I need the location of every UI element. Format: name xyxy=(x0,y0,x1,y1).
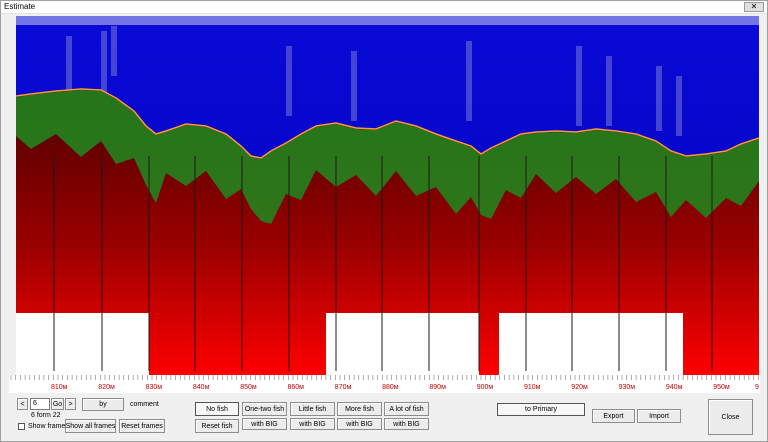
ruler-label: 880м xyxy=(382,384,399,391)
fish-echo-streak xyxy=(101,31,107,96)
little-fish-button[interactable]: Little fish xyxy=(290,402,335,416)
echogram-canvas xyxy=(16,16,759,375)
ruler-label: 940м xyxy=(666,384,683,391)
ruler-label: 910м xyxy=(524,384,541,391)
fish-echo-streak xyxy=(286,46,292,116)
import-button[interactable]: Import xyxy=(637,409,681,423)
no-data-gaps xyxy=(16,313,683,375)
reset-frames-button[interactable]: Reset frames xyxy=(119,419,165,433)
fish-echo-streak xyxy=(66,36,72,96)
window-title: Estimate xyxy=(4,2,36,11)
estimate-window: Estimate ✕ 810м 820м 830м 840м 850м 860м… xyxy=(0,0,768,442)
show-frame-label: Show frame xyxy=(28,423,66,430)
a-lot-of-fish-button[interactable]: A lot of fish xyxy=(384,402,429,416)
export-button[interactable]: Export xyxy=(592,409,635,423)
ruler-label: 820м xyxy=(98,384,115,391)
title-bar: Estimate ✕ xyxy=(1,1,767,14)
one-two-fish-big-button[interactable]: with BIG xyxy=(242,418,287,430)
ruler-label: 830м xyxy=(146,384,163,391)
show-frame-checkbox[interactable] xyxy=(18,423,25,430)
prev-frame-button[interactable]: < xyxy=(17,398,28,410)
fish-echo-streak xyxy=(111,26,117,76)
gap-region xyxy=(16,313,149,375)
fish-echo-streak xyxy=(576,46,582,126)
little-fish-big-button[interactable]: with BIG xyxy=(290,418,335,430)
a-lot-of-fish-big-button[interactable]: with BIG xyxy=(384,418,429,430)
window-close-button[interactable]: ✕ xyxy=(744,2,764,12)
to-primary-button[interactable]: to Primary xyxy=(497,403,585,416)
go-button[interactable]: Go xyxy=(51,398,64,410)
fish-echo-streak xyxy=(656,66,662,131)
ruler-label: 810м xyxy=(51,384,68,391)
gap-region xyxy=(499,313,683,375)
ruler-label: 890м xyxy=(429,384,446,391)
echogram-view[interactable] xyxy=(16,16,759,375)
surface-band xyxy=(16,16,759,25)
ruler-label: 9 xyxy=(755,384,759,391)
close-button[interactable]: Close xyxy=(708,399,753,435)
no-fish-button[interactable]: No fish xyxy=(195,402,239,416)
fish-echo-streak xyxy=(606,56,612,126)
gap-region xyxy=(326,313,479,375)
frame-count-text: 6 form 22 xyxy=(31,412,61,419)
next-frame-button[interactable]: > xyxy=(65,398,76,410)
more-fish-button[interactable]: More fish xyxy=(337,402,382,416)
show-all-frames-button[interactable]: Show all frames xyxy=(65,419,116,433)
fish-echo-streak xyxy=(676,76,682,136)
ruler-label: 840м xyxy=(193,384,210,391)
fish-echo-streak xyxy=(351,51,357,121)
ruler-label: 850м xyxy=(240,384,257,391)
more-fish-big-button[interactable]: with BIG xyxy=(337,418,382,430)
ruler-label: 950м xyxy=(713,384,730,391)
comment-label: comment xyxy=(130,401,159,408)
ruler-scale: 810м 820м 830м 840м 850м 860м 870м 880м 890м 900м… xyxy=(10,375,759,391)
one-two-fish-button[interactable]: One-two fish xyxy=(242,402,287,416)
ruler-label: 870м xyxy=(335,384,352,391)
ruler-label: 920м xyxy=(571,384,588,391)
ruler-label: 860м xyxy=(288,384,305,391)
reset-fish-button[interactable]: Reset fish xyxy=(195,419,239,433)
frame-number-input[interactable]: 6 xyxy=(30,398,50,410)
by-button[interactable]: by xyxy=(82,398,124,411)
fish-echo-streak xyxy=(466,41,472,121)
ruler-label: 930м xyxy=(619,384,636,391)
ruler-label: 900м xyxy=(477,384,494,391)
distance-ruler: 810м 820м 830м 840м 850м 860м 870м 880м 890м 900м… xyxy=(9,375,760,393)
